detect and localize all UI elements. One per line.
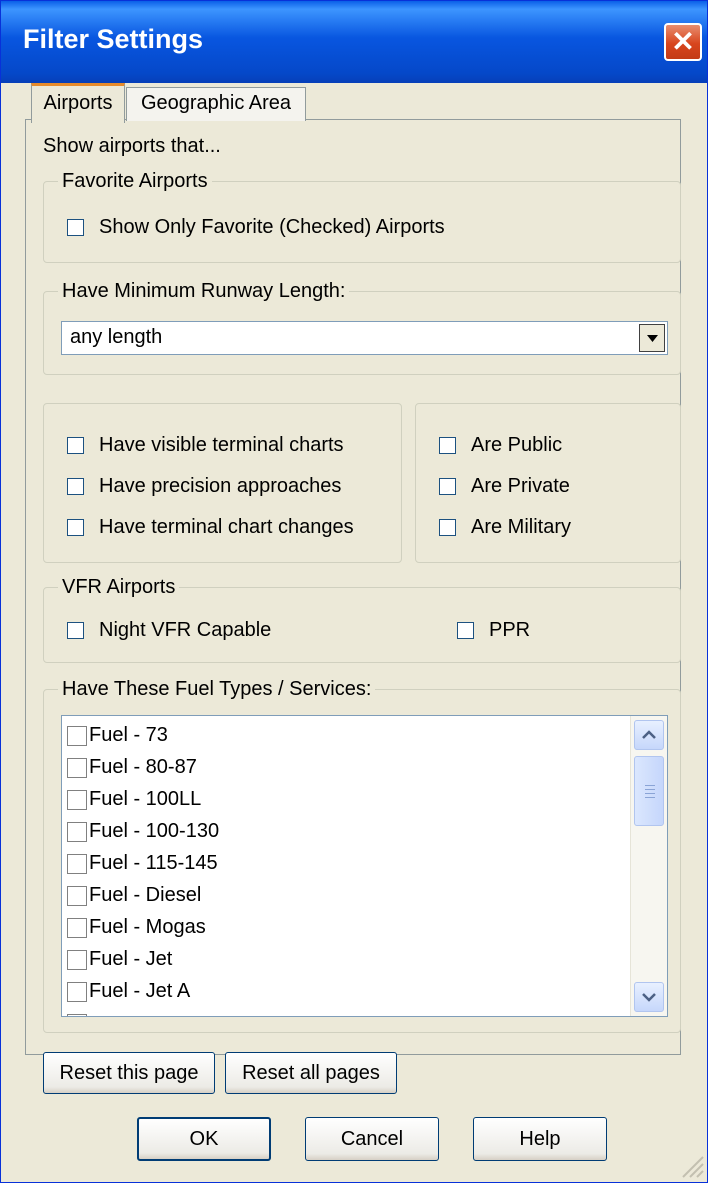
fuel-checkbox[interactable]: [67, 918, 87, 938]
ok-button[interactable]: OK: [137, 1117, 271, 1161]
vfr-airports-legend: VFR Airports: [58, 575, 180, 599]
fuel-label: Fuel - 100-130: [89, 820, 220, 842]
ppr-checkbox[interactable]: [457, 622, 474, 639]
fuel-list-scrollbar[interactable]: [630, 716, 667, 1016]
military-checkbox[interactable]: [439, 519, 456, 536]
military-label: Are Military: [471, 516, 572, 538]
precision-approaches-checkbox[interactable]: [67, 478, 84, 495]
scroll-up-button[interactable]: [634, 720, 664, 750]
close-button[interactable]: ✕: [664, 23, 702, 61]
public-label: Are Public: [471, 434, 563, 456]
night-vfr-checkbox[interactable]: [67, 622, 84, 639]
fuel-checkbox[interactable]: [67, 982, 87, 1002]
close-icon: ✕: [671, 26, 695, 57]
fuel-checkbox[interactable]: [67, 758, 87, 778]
favorite-only-label: Show Only Favorite (Checked) Airports: [99, 216, 445, 238]
reset-this-page-button[interactable]: Reset this page: [43, 1052, 215, 1094]
private-label: Are Private: [471, 475, 570, 497]
night-vfr-label: Night VFR Capable: [99, 619, 272, 641]
chevron-down-icon: [642, 993, 656, 1002]
intro-text: Show airports that...: [43, 135, 221, 157]
fuel-checkbox[interactable]: [67, 950, 87, 970]
fuel-types-list[interactable]: Fuel - 73 Fuel - 80-87 Fuel - 100LL Fuel…: [61, 715, 668, 1017]
fuel-label: Fuel - 115-145: [89, 852, 218, 874]
filter-settings-dialog: Filter Settings ✕ Airports Geographic Ar…: [0, 0, 708, 1183]
fuel-checkbox[interactable]: [67, 886, 87, 906]
visible-charts-label: Have visible terminal charts: [99, 434, 344, 456]
cancel-button[interactable]: Cancel: [305, 1117, 439, 1161]
reset-all-pages-button[interactable]: Reset all pages: [225, 1052, 397, 1094]
visible-charts-checkbox[interactable]: [67, 437, 84, 454]
scroll-down-button[interactable]: [634, 982, 664, 1012]
fuel-label: Fuel - Mogas: [89, 916, 206, 938]
fuel-checkbox[interactable]: [67, 726, 87, 746]
private-checkbox[interactable]: [439, 478, 456, 495]
precision-approaches-label: Have precision approaches: [99, 475, 342, 497]
fuel-label: Fuel - Jet: [89, 948, 173, 970]
fuel-label: Fuel - 80-87: [89, 756, 197, 778]
fuel-label: Fuel - 100LL: [89, 788, 202, 810]
fuel-checkbox[interactable]: [67, 854, 87, 874]
runway-length-select[interactable]: any length: [61, 321, 668, 355]
chevron-down-icon[interactable]: [639, 324, 665, 352]
fuel-label: Fuel - Jet A: [89, 980, 191, 1002]
chart-changes-checkbox[interactable]: [67, 519, 84, 536]
runway-length-value: any length: [70, 326, 163, 348]
tab-airports[interactable]: Airports: [31, 83, 125, 123]
public-checkbox[interactable]: [439, 437, 456, 454]
chevron-up-icon: [642, 730, 656, 739]
fuel-checkbox[interactable]: [67, 790, 87, 810]
fuel-label: Fuel - Diesel: [89, 884, 202, 906]
ppr-label: PPR: [489, 619, 531, 641]
window-title: Filter Settings: [23, 24, 204, 54]
scroll-thumb[interactable]: [634, 756, 664, 826]
chart-changes-label: Have terminal chart changes: [99, 516, 354, 538]
fuel-types-legend: Have These Fuel Types / Services:: [58, 677, 376, 701]
tab-geographic-area[interactable]: Geographic Area: [126, 87, 306, 121]
help-button[interactable]: Help: [473, 1117, 607, 1161]
title-bar[interactable]: Filter Settings ✕: [1, 1, 707, 83]
favorite-airports-legend: Favorite Airports: [58, 169, 212, 193]
fuel-checkbox[interactable]: [67, 1014, 87, 1016]
fuel-label: Fuel - 73: [89, 724, 168, 746]
favorite-only-checkbox[interactable]: [67, 219, 84, 236]
resize-grip-icon[interactable]: [677, 1151, 705, 1179]
fuel-checkbox[interactable]: [67, 822, 87, 842]
runway-legend: Have Minimum Runway Length:: [58, 279, 350, 303]
